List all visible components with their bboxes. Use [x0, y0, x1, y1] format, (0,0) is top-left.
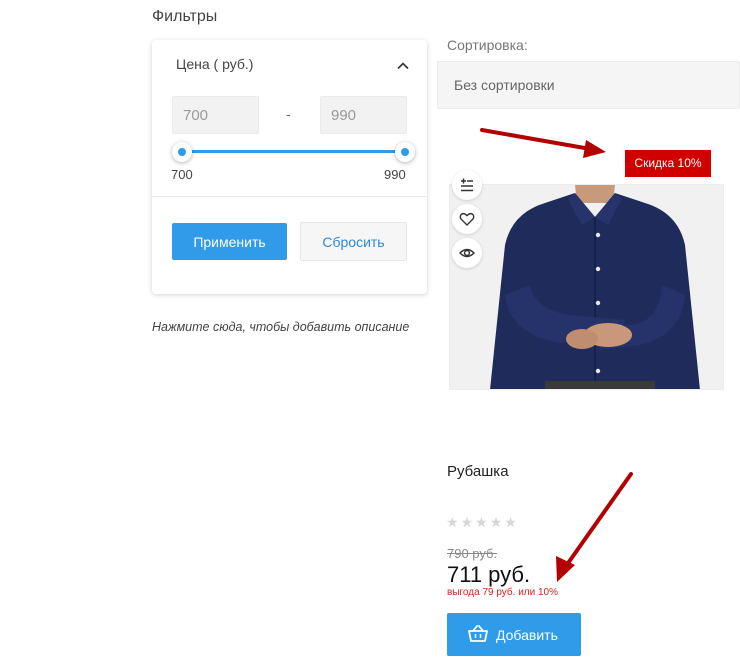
wishlist-button[interactable]: [452, 204, 482, 234]
price-slider-track[interactable]: [182, 150, 407, 153]
current-price: 711 руб.: [447, 562, 531, 587]
product-rating[interactable]: ★ ★ ★ ★ ★: [446, 514, 519, 532]
divider: [152, 196, 427, 197]
arrow-to-price: [564, 472, 633, 568]
price-slider-min-handle[interactable]: [172, 142, 192, 162]
reset-button[interactable]: Сбросить: [300, 222, 407, 261]
star-icon[interactable]: ★: [461, 514, 474, 531]
eye-icon: [459, 248, 475, 258]
saving-note: выгода 79 руб. или 10%: [447, 587, 558, 598]
shirt-photo: [450, 185, 723, 389]
price-separator: -: [286, 106, 291, 122]
arrowhead-badge: [583, 140, 606, 158]
star-icon[interactable]: ★: [475, 514, 488, 531]
star-icon[interactable]: ★: [504, 514, 517, 531]
apply-button[interactable]: Применить: [172, 223, 287, 260]
price-filter-card: Цена ( руб.) 700 - 990 700 990 Применить…: [152, 40, 427, 294]
product-name[interactable]: Рубашка: [447, 463, 509, 480]
price-min-input[interactable]: 700: [172, 96, 259, 134]
price-filter-header[interactable]: Цена ( руб.): [176, 56, 253, 72]
star-icon[interactable]: ★: [446, 514, 459, 531]
star-icon[interactable]: ★: [490, 514, 503, 531]
heart-icon: [459, 212, 475, 226]
filters-title: Фильтры: [152, 8, 218, 25]
arrow-to-badge: [480, 128, 598, 152]
price-max-input[interactable]: 990: [320, 96, 407, 134]
quick-view-button[interactable]: [452, 238, 482, 268]
price-range-max-label: 990: [384, 167, 406, 182]
basket-icon: [468, 625, 488, 642]
price-range-min-label: 700: [171, 167, 193, 182]
old-price: 790 руб.: [447, 546, 498, 561]
chevron-up-icon[interactable]: [397, 60, 409, 72]
compare-icon: [461, 178, 473, 192]
product-image[interactable]: [449, 184, 724, 390]
sort-select[interactable]: Без сортировки: [437, 61, 740, 109]
add-description-hint[interactable]: Нажмите сюда, чтобы добавить описание: [152, 320, 409, 334]
sort-label: Сортировка:: [447, 37, 528, 53]
discount-badge: Скидка 10%: [625, 150, 711, 177]
compare-button[interactable]: [452, 170, 482, 200]
arrowhead-price: [556, 556, 575, 582]
price-slider-max-handle[interactable]: [395, 142, 415, 162]
